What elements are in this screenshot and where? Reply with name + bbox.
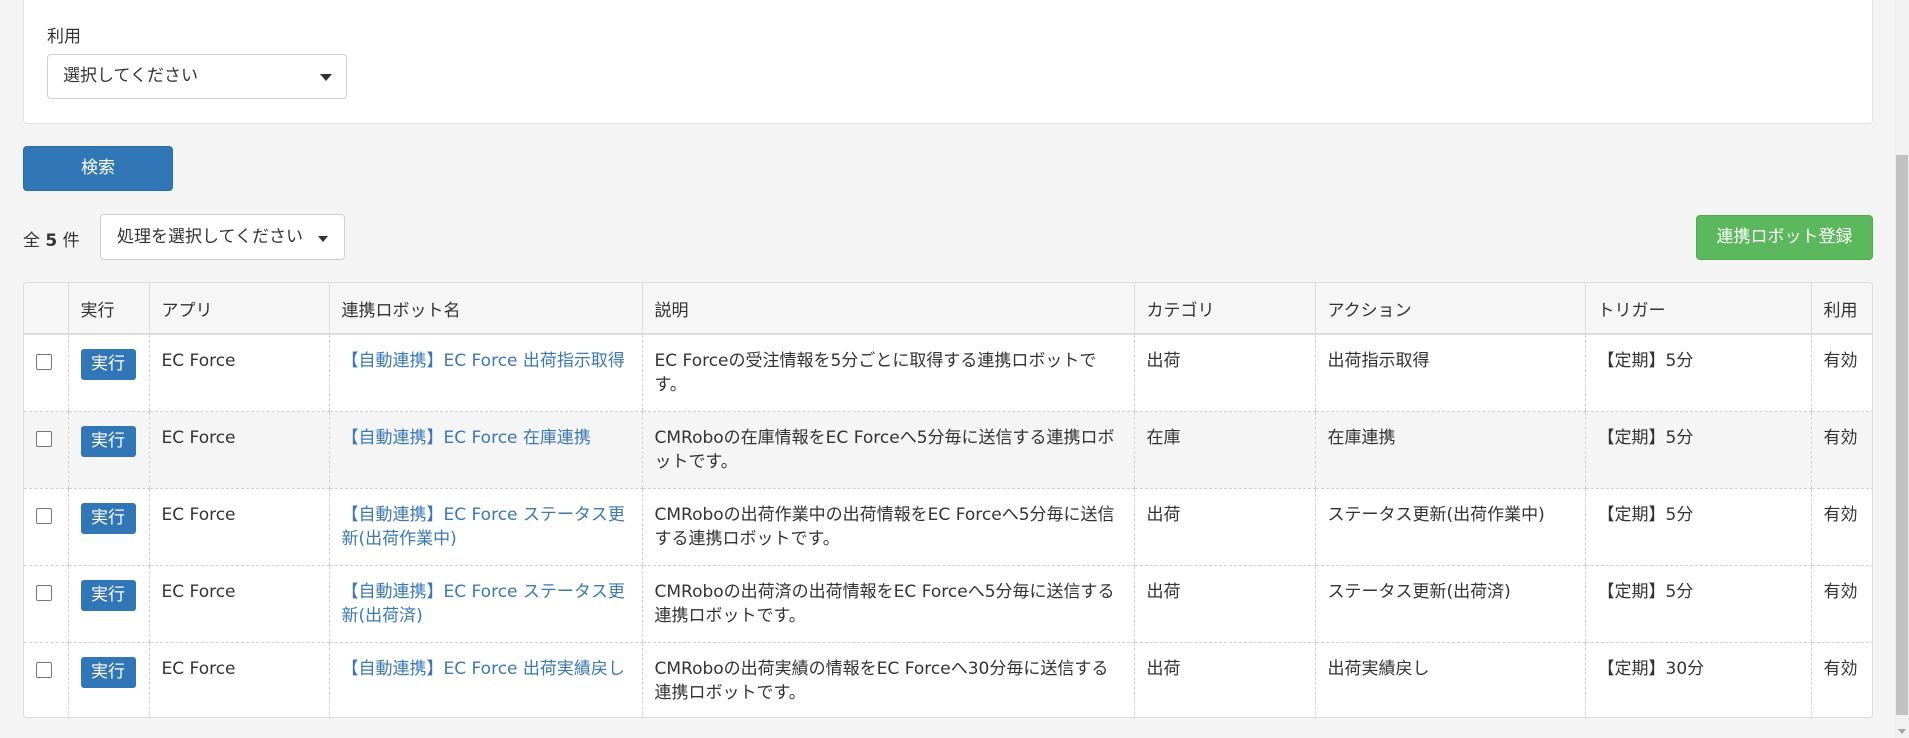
count-prefix: 全 [23, 231, 40, 251]
result-count: 全 5 件 [23, 226, 80, 251]
run-cell: 実行 [67, 334, 149, 412]
trigger-cell: 【定期】5分 [1584, 411, 1811, 489]
category-cell: 出荷 [1133, 642, 1315, 717]
row-checkbox-cell [24, 411, 68, 489]
filter-panel: 利用 選択してください [23, 0, 1873, 124]
header-category: カテゴリ [1133, 283, 1315, 335]
category-cell: 在庫 [1133, 411, 1315, 489]
status-cell: 有効 [1810, 642, 1872, 717]
trigger-cell: 【定期】30分 [1584, 642, 1811, 717]
app-cell: EC Force [148, 334, 329, 412]
trigger-cell: 【定期】5分 [1584, 488, 1811, 566]
status-cell: 有効 [1810, 565, 1872, 643]
header-run: 実行 [67, 283, 149, 335]
bulk-action-select[interactable]: 処理を選択してください [100, 214, 345, 260]
trigger-cell: 【定期】5分 [1584, 334, 1811, 412]
robot-name-link[interactable]: 【自動連携】EC Force 在庫連携 [342, 428, 591, 448]
app-cell: EC Force [148, 411, 329, 489]
action-cell: ステータス更新(出荷作業中) [1314, 488, 1585, 566]
header-app: アプリ [148, 283, 329, 335]
row-checkbox-cell [24, 642, 68, 717]
action-cell: 出荷実績戻し [1314, 642, 1585, 717]
table-row: 実行 EC Force 【自動連携】EC Force 在庫連携 CMRoboの在… [24, 411, 1872, 489]
bulk-action-label: 処理を選択してください [117, 227, 303, 247]
category-cell: 出荷 [1133, 488, 1315, 566]
status-cell: 有効 [1810, 488, 1872, 566]
header-description: 説明 [641, 283, 1134, 335]
header-select [24, 283, 68, 335]
description-cell: CMRoboの出荷済の出荷情報をEC Forceへ5分毎に送信する連携ロボットで… [641, 565, 1134, 643]
robot-name-link[interactable]: 【自動連携】EC Force 出荷指示取得 [342, 351, 625, 371]
status-cell: 有効 [1810, 334, 1872, 412]
category-cell: 出荷 [1133, 334, 1315, 412]
search-button[interactable]: 検索 [23, 146, 173, 191]
app-cell: EC Force [148, 488, 329, 566]
robot-name-cell: 【自動連携】EC Force ステータス更新(出荷済) [328, 565, 642, 643]
usage-filter-label: 利用 [47, 27, 81, 47]
action-cell: 出荷指示取得 [1314, 334, 1585, 412]
run-cell: 実行 [67, 565, 149, 643]
usage-filter-select[interactable]: 選択してください [47, 54, 347, 99]
row-checkbox[interactable] [36, 430, 52, 447]
row-checkbox[interactable] [36, 354, 52, 370]
page-scrollbar[interactable] [1895, 0, 1909, 738]
run-cell: 実行 [67, 488, 149, 566]
table-row: 実行 EC Force 【自動連携】EC Force 出荷指示取得 EC For… [24, 334, 1872, 412]
run-button[interactable]: 実行 [80, 502, 136, 534]
action-cell: 在庫連携 [1314, 411, 1585, 489]
description-cell: EC Forceの受注情報を5分ごとに取得する連携ロボットです。 [641, 334, 1134, 412]
count-value: 5 [45, 231, 58, 251]
robot-name-link[interactable]: 【自動連携】EC Force ステータス更新(出荷作業中) [342, 505, 625, 549]
run-button[interactable]: 実行 [80, 656, 136, 688]
description-cell: CMRoboの出荷作業中の出荷情報をEC Forceへ5分毎に送信する連携ロボッ… [641, 488, 1134, 566]
caret-down-icon [320, 74, 332, 81]
row-checkbox[interactable] [36, 584, 52, 601]
header-robot-name: 連携ロボット名 [328, 283, 642, 335]
category-cell: 出荷 [1133, 565, 1315, 643]
robot-name-cell: 【自動連携】EC Force 出荷指示取得 [328, 334, 642, 412]
robot-list-page: 利用 選択してください 検索 全 5 件 処理を選択してください 連携ロボット登… [0, 0, 1909, 738]
run-cell: 実行 [67, 411, 149, 489]
row-checkbox-cell [24, 334, 68, 412]
scrollbar-thumb[interactable] [1896, 155, 1908, 715]
header-action: アクション [1314, 283, 1585, 335]
robot-name-cell: 【自動連携】EC Force ステータス更新(出荷作業中) [328, 488, 642, 566]
table-row: 実行 EC Force 【自動連携】EC Force 出荷実績戻し CMRobo… [24, 642, 1872, 717]
table-row: 実行 EC Force 【自動連携】EC Force ステータス更新(出荷作業中… [24, 488, 1872, 566]
description-cell: CMRoboの出荷実績の情報をEC Forceへ30分毎に送信する連携ロボットで… [641, 642, 1134, 717]
run-button[interactable]: 実行 [80, 579, 136, 611]
app-cell: EC Force [148, 642, 329, 717]
trigger-cell: 【定期】5分 [1584, 565, 1811, 643]
table-row: 実行 EC Force 【自動連携】EC Force ステータス更新(出荷済) … [24, 565, 1872, 643]
usage-filter-value: 選択してください [63, 66, 198, 86]
robot-name-link[interactable]: 【自動連携】EC Force 出荷実績戻し [342, 659, 625, 679]
robot-name-link[interactable]: 【自動連携】EC Force ステータス更新(出荷済) [342, 582, 625, 626]
run-button[interactable]: 実行 [80, 425, 136, 457]
run-cell: 実行 [67, 642, 149, 717]
app-cell: EC Force [148, 565, 329, 643]
row-checkbox-cell [24, 565, 68, 643]
caret-down-icon [318, 236, 328, 242]
robot-table: 実行 アプリ 連携ロボット名 説明 カテゴリ アクション トリガー 利用 実行 … [23, 282, 1873, 718]
status-cell: 有効 [1810, 411, 1872, 489]
robot-name-cell: 【自動連携】EC Force 在庫連携 [328, 411, 642, 489]
action-cell: ステータス更新(出荷済) [1314, 565, 1585, 643]
register-robot-button[interactable]: 連携ロボット登録 [1696, 215, 1873, 260]
row-checkbox[interactable] [36, 661, 52, 678]
count-suffix: 件 [62, 231, 80, 251]
header-status: 利用 [1810, 283, 1872, 335]
row-checkbox[interactable] [36, 507, 52, 524]
description-cell: CMRoboの在庫情報をEC Forceへ5分毎に送信する連携ロボットです。 [641, 411, 1134, 489]
row-checkbox-cell [24, 488, 68, 566]
header-trigger: トリガー [1584, 283, 1811, 335]
run-button[interactable]: 実行 [80, 349, 136, 380]
robot-name-cell: 【自動連携】EC Force 出荷実績戻し [328, 642, 642, 717]
table-header-row: 実行 アプリ 連携ロボット名 説明 カテゴリ アクション トリガー 利用 [24, 283, 1872, 335]
scroll-down-arrow-icon[interactable] [1898, 729, 1906, 734]
